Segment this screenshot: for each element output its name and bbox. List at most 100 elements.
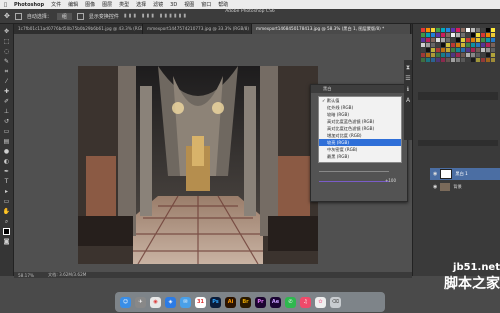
path-select-icon[interactable]: ▸ — [3, 188, 11, 195]
pen-tool-icon[interactable]: ✒ — [3, 168, 11, 175]
photoshop-icon[interactable]: Ps — [210, 296, 221, 308]
swatch-cell[interactable] — [436, 33, 440, 37]
move-tool-icon[interactable]: ✥ — [3, 28, 11, 35]
swatch-cell[interactable] — [471, 38, 475, 42]
swatch-cell[interactable] — [481, 53, 485, 57]
layer-row-background[interactable]: ◉ 背景 — [430, 181, 500, 192]
preset-item[interactable]: 最黑 (RGB) — [319, 153, 401, 160]
swatch-cell[interactable] — [441, 43, 445, 47]
tab-document-1[interactable]: 1c7fb01c11ad0776bd50b75b0b29b6b61.jpg @ … — [14, 24, 143, 34]
quick-select-icon[interactable]: ✎ — [3, 58, 11, 65]
swatches-panel[interactable] — [421, 28, 497, 70]
swatch-cell[interactable] — [471, 28, 475, 32]
bridge-icon[interactable]: Br — [240, 296, 251, 308]
preset-item[interactable]: ✓ 默认值 — [319, 97, 401, 104]
swatch-cell[interactable] — [461, 38, 465, 42]
swatch-cell[interactable] — [421, 43, 425, 47]
swatch-cell[interactable] — [441, 28, 445, 32]
lasso-tool-icon[interactable]: ◌ — [3, 48, 11, 55]
dodge-tool-icon[interactable]: ◐ — [3, 158, 11, 165]
swatch-cell[interactable] — [436, 38, 440, 42]
preset-item[interactable]: 中灰密度 (RGB) — [319, 146, 401, 153]
history-icon[interactable]: ⧗ — [404, 64, 412, 71]
swatch-cell[interactable] — [466, 33, 470, 37]
swatch-cell[interactable] — [486, 38, 490, 42]
swatch-cell[interactable] — [456, 38, 460, 42]
move-tool-icon[interactable]: ✥ — [4, 12, 10, 20]
swatch-cell[interactable] — [426, 48, 430, 52]
preset-item[interactable]: 增加对比度 (RGB) — [319, 132, 401, 139]
finder-icon[interactable]: ☺ — [120, 296, 131, 308]
swatch-cell[interactable] — [471, 33, 475, 37]
swatch-cell[interactable] — [461, 48, 465, 52]
swatch-cell[interactable] — [491, 53, 495, 57]
swatch-cell[interactable] — [436, 58, 440, 62]
swatch-cell[interactable] — [446, 38, 450, 42]
swatch-cell[interactable] — [476, 43, 480, 47]
swatch-cell[interactable] — [421, 28, 425, 32]
swatch-cell[interactable] — [481, 33, 485, 37]
swatch-cell[interactable] — [461, 43, 465, 47]
swatch-cell[interactable] — [446, 28, 450, 32]
swatch-cell[interactable] — [461, 53, 465, 57]
document-image[interactable] — [78, 66, 318, 264]
swatch-cell[interactable] — [471, 43, 475, 47]
wechat-icon[interactable]: ✆ — [285, 296, 296, 308]
aftereffects-icon[interactable]: Ae — [270, 296, 281, 308]
swatch-cell[interactable] — [456, 33, 460, 37]
swatch-cell[interactable] — [486, 58, 490, 62]
swatch-cell[interactable] — [466, 38, 470, 42]
swatch-cell[interactable] — [466, 58, 470, 62]
swatch-cell[interactable] — [491, 48, 495, 52]
swatch-cell[interactable] — [451, 28, 455, 32]
swatch-cell[interactable] — [456, 48, 460, 52]
swatch-cell[interactable] — [476, 28, 480, 32]
eyedropper-icon[interactable]: ⁄ — [3, 78, 11, 85]
quick-mask-icon[interactable]: ◙ — [3, 238, 11, 245]
swatch-cell[interactable] — [441, 48, 445, 52]
swatch-cell[interactable] — [451, 43, 455, 47]
swatch-cell[interactable] — [426, 28, 430, 32]
menu-filter[interactable]: 滤镜 — [153, 1, 163, 8]
eye-icon[interactable]: ◉ — [433, 171, 437, 177]
preset-item-selected[interactable]: 较亮 (RGB) — [319, 139, 401, 146]
music-icon[interactable]: ♫ — [300, 296, 311, 308]
swatch-cell[interactable] — [426, 53, 430, 57]
swatch-cell[interactable] — [481, 28, 485, 32]
swatch-cell[interactable] — [421, 53, 425, 57]
marquee-tool-icon[interactable]: ⬚ — [3, 38, 11, 45]
zoom-tool-icon[interactable]: ⌕ — [3, 218, 11, 225]
menu-3d[interactable]: 3D — [170, 2, 177, 8]
launchpad-icon[interactable]: ✈ — [135, 296, 146, 308]
swatch-cell[interactable] — [481, 48, 485, 52]
swatch-cell[interactable] — [451, 58, 455, 62]
transform-checkbox[interactable] — [76, 12, 84, 20]
swatch-cell[interactable] — [421, 58, 425, 62]
swatch-cell[interactable] — [486, 43, 490, 47]
app-menu[interactable]: Photoshop — [14, 2, 44, 8]
swatch-cell[interactable] — [461, 28, 465, 32]
swatch-cell[interactable] — [436, 28, 440, 32]
swatch-cell[interactable] — [451, 48, 455, 52]
swatch-cell[interactable] — [486, 48, 490, 52]
swatch-cell[interactable] — [476, 58, 480, 62]
swatch-cell[interactable] — [466, 48, 470, 52]
slider-track-2[interactable] — [319, 171, 389, 172]
swatch-cell[interactable] — [436, 43, 440, 47]
swatch-cell[interactable] — [456, 58, 460, 62]
swatch-cell[interactable] — [486, 33, 490, 37]
swatch-cell[interactable] — [451, 38, 455, 42]
preset-dropdown[interactable]: ✓ 默认值 红外线 (RGB) 较暗 (RGB) 高对比度蓝色滤镜 (RGB) … — [318, 96, 402, 163]
tab-document-2[interactable]: mmexport1447574210773.jpg @ 33.3% (RGB/8… — [143, 24, 252, 34]
color-swatches-icon[interactable] — [3, 228, 11, 235]
gradient-tool-icon[interactable]: ▤ — [3, 138, 11, 145]
menu-layer[interactable]: 图层 — [102, 1, 112, 8]
safari-icon[interactable]: ◈ — [165, 296, 176, 308]
swatch-cell[interactable] — [466, 43, 470, 47]
swatch-cell[interactable] — [421, 48, 425, 52]
swatch-cell[interactable] — [466, 28, 470, 32]
calendar-icon[interactable]: 31 — [195, 296, 206, 308]
shape-tool-icon[interactable]: ▭ — [3, 198, 11, 205]
swatch-cell[interactable] — [431, 53, 435, 57]
swatch-cell[interactable] — [451, 53, 455, 57]
